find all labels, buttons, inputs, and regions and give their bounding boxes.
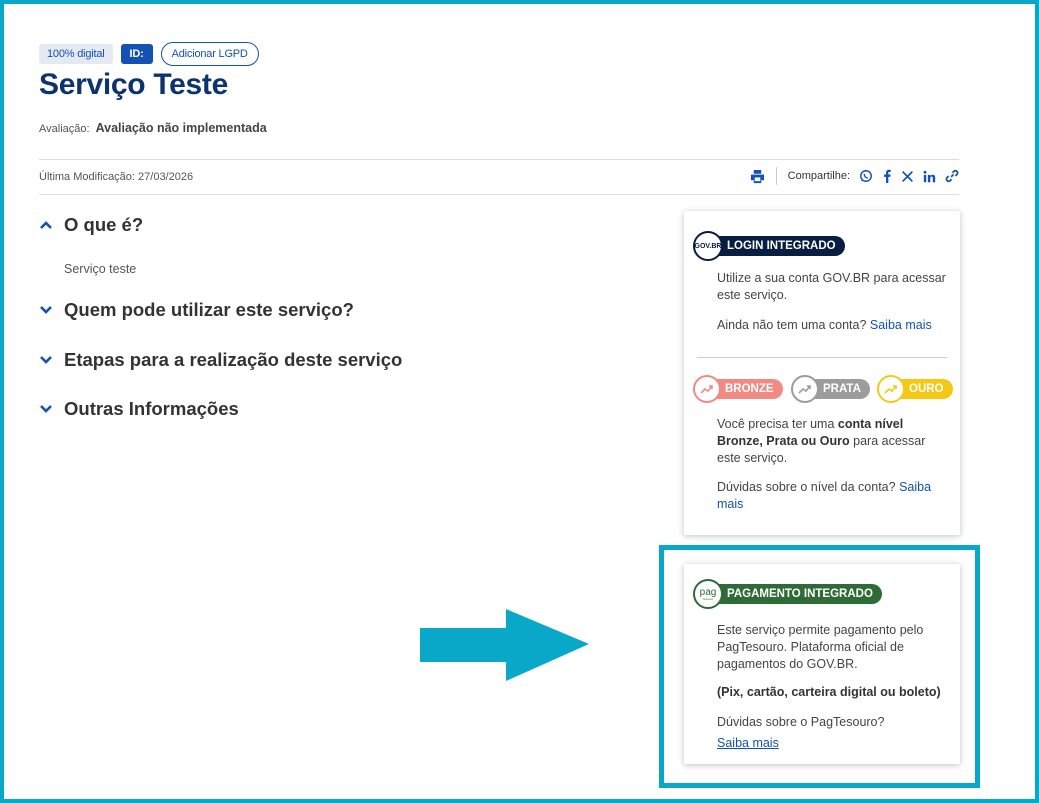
trending-up-icon bbox=[693, 375, 721, 403]
tag-list: 100% digital ID: Adicionar LGPD bbox=[39, 42, 259, 66]
accordion-what-is[interactable]: O que é? bbox=[39, 214, 143, 236]
accordion-steps[interactable]: Etapas para a realização deste serviço bbox=[39, 349, 402, 371]
accordion-who-can-use[interactable]: Quem pode utilizar este serviço? bbox=[39, 299, 354, 321]
trending-up-icon bbox=[791, 375, 819, 403]
accordion-title: Quem pode utilizar este serviço? bbox=[64, 299, 354, 320]
level-requirement: Você precisa ter uma conta nível Bronze,… bbox=[717, 417, 926, 465]
share-label: Compartilhe: bbox=[787, 170, 850, 182]
facebook-icon[interactable] bbox=[882, 169, 892, 183]
accordion-title: Outras Informações bbox=[64, 398, 239, 419]
badge-label: LOGIN INTEGRADO bbox=[713, 236, 845, 256]
last-modified: Última Modificação: 27/03/2026 bbox=[39, 171, 194, 183]
card-divider bbox=[697, 357, 947, 358]
login-card: GOV.BR LOGIN INTEGRADO Utilize a sua con… bbox=[684, 211, 960, 535]
level-bronze-badge: BRONZE bbox=[693, 375, 783, 403]
pagtesouro-logo: pag Tesouro bbox=[693, 579, 723, 609]
login-description: Utilize a sua conta GOV.BR para acessar … bbox=[717, 271, 946, 302]
arrow-right-icon bbox=[420, 609, 589, 681]
login-integrated-badge: GOV.BR LOGIN INTEGRADO bbox=[693, 231, 845, 261]
level-label: BRONZE bbox=[711, 379, 783, 399]
govbr-logo: GOV.BR bbox=[693, 231, 723, 261]
add-lgpd-button[interactable]: Adicionar LGPD bbox=[160, 42, 259, 66]
level-doubts: Dúvidas sobre o nível da conta? Saiba ma… bbox=[717, 480, 932, 511]
rating-value: Avaliação não implementada bbox=[95, 121, 267, 135]
level-prata-badge: PRATA bbox=[791, 375, 870, 403]
divider bbox=[39, 159, 959, 160]
id-tag: ID: bbox=[120, 44, 153, 64]
x-icon[interactable] bbox=[901, 170, 914, 183]
print-icon[interactable] bbox=[750, 169, 765, 184]
chevron-down-icon bbox=[40, 306, 52, 314]
linkedin-icon[interactable] bbox=[923, 170, 936, 183]
accordion-body: Serviço teste bbox=[64, 262, 137, 276]
chevron-up-icon bbox=[40, 221, 52, 229]
whatsapp-icon[interactable] bbox=[859, 169, 873, 183]
digital-tag: 100% digital bbox=[39, 44, 113, 64]
share-bar: Compartilhe: bbox=[750, 167, 959, 185]
chevron-down-icon bbox=[40, 356, 52, 364]
divider bbox=[39, 194, 959, 195]
trending-up-icon bbox=[877, 375, 905, 403]
page-title: Serviço Teste bbox=[39, 68, 228, 101]
link-icon[interactable] bbox=[945, 169, 959, 183]
login-learn-more-link[interactable]: Saiba mais bbox=[870, 318, 932, 332]
rating-label: Avaliação: bbox=[39, 123, 90, 135]
share-separator bbox=[775, 167, 777, 185]
rating: Avaliação: Avaliação não implementada bbox=[39, 121, 267, 135]
chevron-down-icon bbox=[40, 405, 52, 413]
login-no-account: Ainda não tem uma conta? Saiba mais bbox=[717, 318, 932, 332]
accordion-title: Etapas para a realização deste serviço bbox=[64, 349, 403, 370]
level-ouro-badge: OURO bbox=[877, 375, 953, 403]
accordion-other-info[interactable]: Outras Informações bbox=[39, 398, 239, 420]
accordion-title: O que é? bbox=[64, 214, 144, 235]
